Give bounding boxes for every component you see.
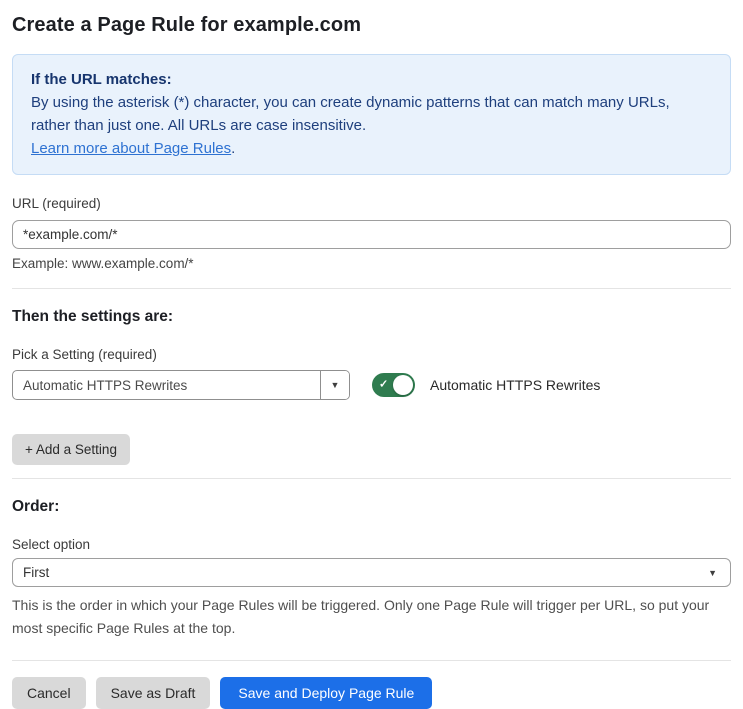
order-select-value: First — [23, 565, 50, 580]
url-input[interactable] — [12, 220, 731, 249]
footer-actions: Cancel Save as Draft Save and Deploy Pag… — [12, 677, 731, 709]
setting-row: Automatic HTTPS Rewrites ▼ ✓ Automatic H… — [12, 370, 731, 400]
notice-heading: If the URL matches: — [31, 71, 172, 88]
notice-body: By using the asterisk (*) character, you… — [31, 94, 670, 134]
toggle-knob — [393, 375, 413, 395]
order-select[interactable]: First ▼ — [12, 558, 731, 587]
add-setting-button[interactable]: + Add a Setting — [12, 434, 130, 465]
notice-link-suffix: . — [231, 140, 236, 157]
save-as-draft-button[interactable]: Save as Draft — [95, 677, 211, 709]
save-and-deploy-button[interactable]: Save and Deploy Page Rule — [220, 677, 433, 709]
divider — [12, 288, 731, 289]
pick-setting-label: Pick a Setting (required) — [12, 347, 157, 362]
url-field-label: URL (required) — [12, 196, 101, 211]
learn-more-link[interactable]: Learn more about Page Rules — [31, 140, 231, 157]
setting-dropdown-value: Automatic HTTPS Rewrites — [23, 377, 188, 393]
divider — [12, 478, 731, 479]
chevron-down-icon: ▼ — [330, 380, 340, 390]
page-title: Create a Page Rule for example.com — [12, 14, 362, 36]
url-example-helper: Example: www.example.com/* — [12, 256, 194, 271]
cancel-button[interactable]: Cancel — [12, 677, 86, 709]
setting-dropdown-button[interactable]: ▼ — [320, 371, 349, 399]
create-page-rule-form: Create a Page Rule for example.com If th… — [0, 0, 743, 709]
checkmark-icon: ✓ — [379, 378, 389, 391]
order-section-heading: Order: — [12, 498, 60, 515]
chevron-down-icon: ▼ — [708, 567, 717, 578]
url-match-notice: If the URL matches: By using the asteris… — [12, 54, 731, 175]
divider — [12, 660, 731, 661]
setting-toggle[interactable]: ✓ — [372, 373, 415, 397]
setting-toggle-label: Automatic HTTPS Rewrites — [430, 377, 601, 393]
order-helper-text: This is the order in which your Page Rul… — [12, 597, 710, 636]
setting-dropdown[interactable]: Automatic HTTPS Rewrites ▼ — [12, 370, 350, 400]
notice-link-line: Learn more about Page Rules. — [31, 137, 712, 160]
order-select-label: Select option — [12, 537, 91, 552]
settings-section-heading: Then the settings are: — [12, 308, 174, 325]
